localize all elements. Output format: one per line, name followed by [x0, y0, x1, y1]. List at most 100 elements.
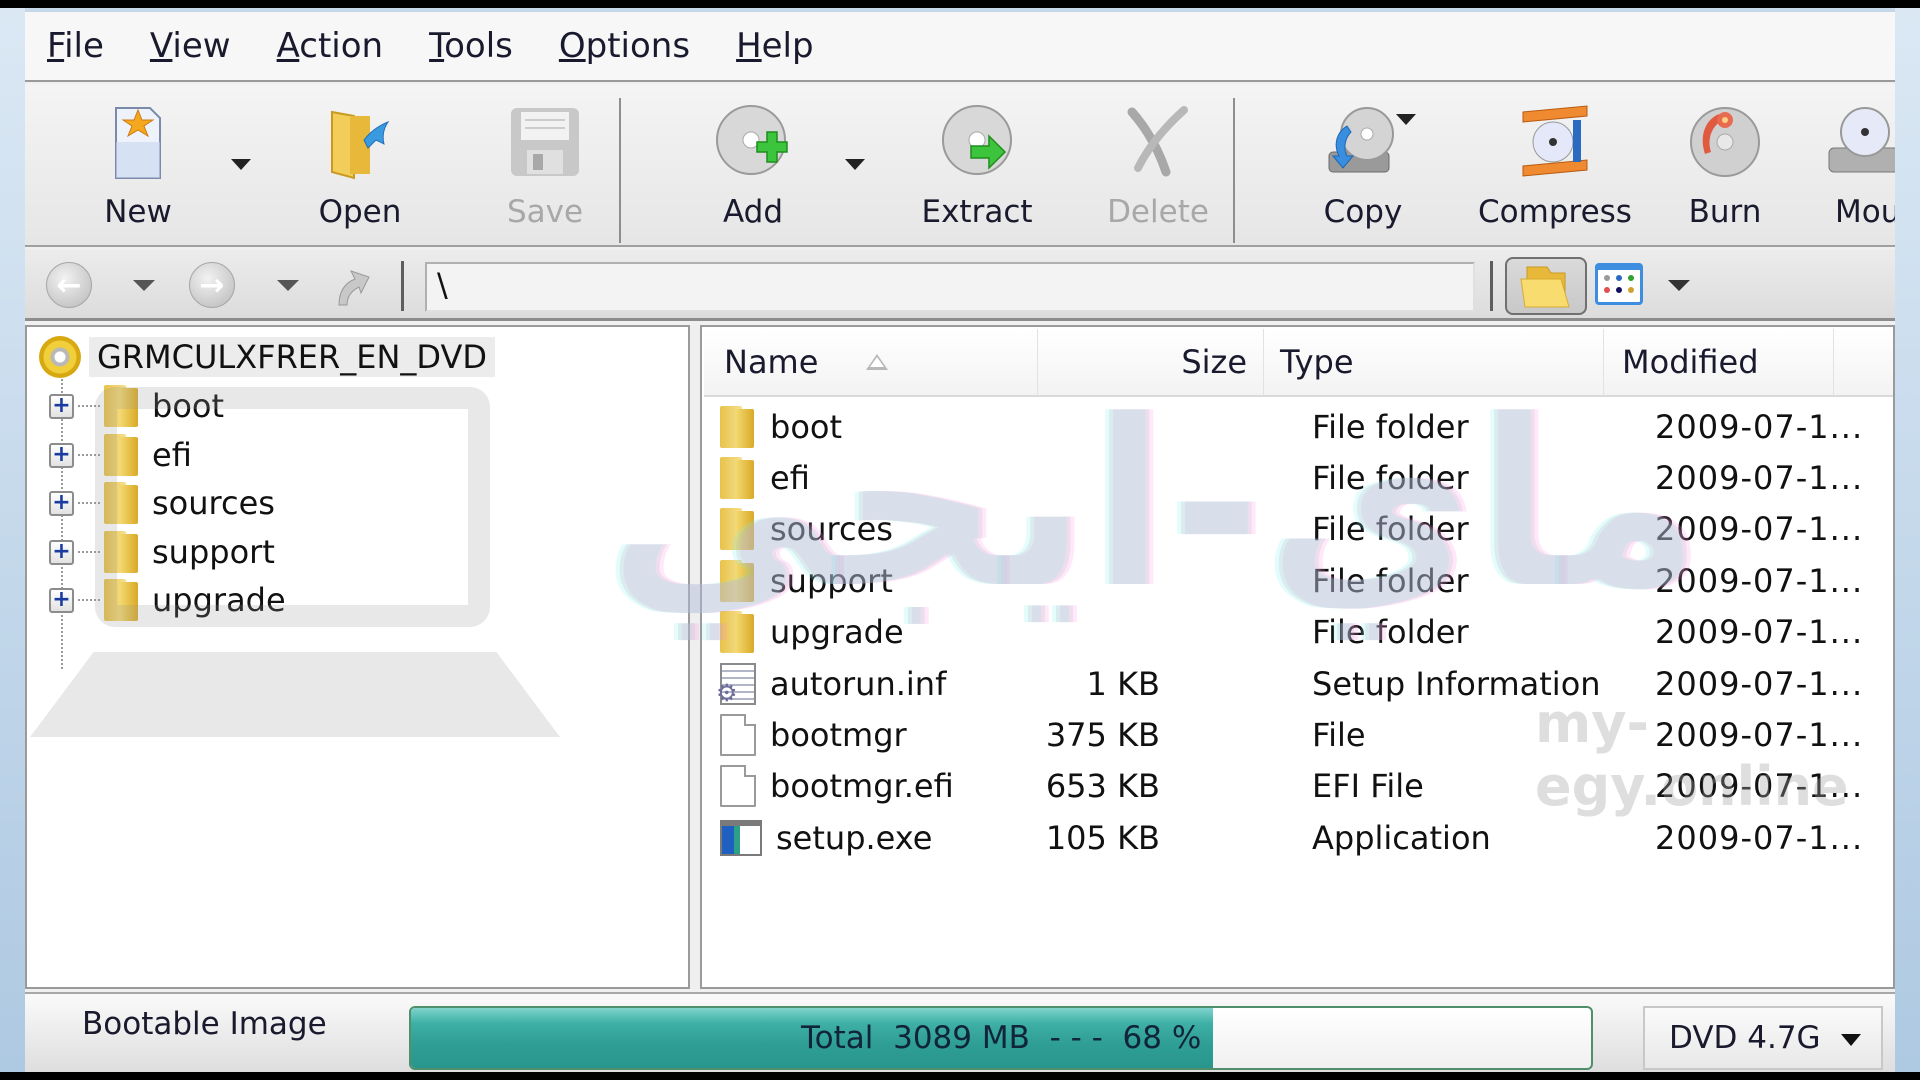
file-size: 1 KB	[1086, 664, 1160, 703]
generic-file-icon	[720, 765, 756, 808]
client-area: File View Action Tools Options Help New	[25, 12, 1895, 1072]
menu-help-label: elp	[761, 26, 814, 66]
file-name: efi	[770, 458, 810, 497]
file-type: File folder	[1312, 407, 1469, 446]
mount-label: Mou	[1835, 194, 1895, 230]
menu-tools[interactable]: Tools	[429, 26, 513, 66]
compress-button[interactable]: Compress	[1478, 94, 1632, 239]
column-header-size[interactable]: Size	[1038, 329, 1264, 395]
media-size-select[interactable]: DVD 4.7G	[1643, 1006, 1883, 1070]
setup-info-file-icon	[716, 662, 756, 707]
file-size	[984, 452, 1160, 503]
expand-icon[interactable]: +	[49, 442, 74, 468]
file-size	[984, 607, 1160, 658]
menu-options[interactable]: Options	[559, 26, 690, 66]
navigation-bar: ← → \	[25, 249, 1895, 321]
file-row[interactable]: boot File folder 2009-07-1...	[704, 401, 1893, 452]
file-name: bootmgr.efi	[770, 767, 954, 806]
tree-root-label: GRMCULXFRER_EN_DVD	[89, 337, 496, 377]
tree-item-efi[interactable]: + efi	[49, 431, 192, 479]
expand-icon[interactable]: +	[49, 490, 74, 516]
column-header-type[interactable]: Type	[1264, 329, 1604, 395]
forward-button[interactable]: →	[189, 262, 235, 308]
file-type: File folder	[1312, 561, 1469, 600]
window-frame-right	[1895, 8, 1920, 1072]
new-dropdown-arrow[interactable]	[231, 159, 251, 170]
tree-item-sources[interactable]: + sources	[49, 479, 275, 527]
path-input[interactable]: \	[425, 262, 1475, 312]
file-name-cell: setup.exe	[720, 812, 932, 863]
tree-item-upgrade[interactable]: + upgrade	[49, 576, 286, 624]
menu-file[interactable]: File	[47, 26, 104, 66]
save-button[interactable]: Save	[480, 94, 610, 239]
file-row[interactable]: support File folder 2009-07-1...	[704, 555, 1893, 606]
add-dropdown-arrow[interactable]	[845, 159, 865, 170]
column-header-name[interactable]: Name	[704, 329, 1038, 395]
burn-button[interactable]: Burn	[1660, 94, 1790, 239]
expand-icon[interactable]: +	[49, 393, 74, 419]
tree-item-label: support	[152, 533, 275, 571]
sort-ascending-icon	[866, 354, 889, 370]
file-name-cell: bootmgr.efi	[720, 761, 954, 812]
tree-root[interactable]: GRMCULXFRER_EN_DVD	[39, 335, 496, 379]
window-frame-left	[0, 8, 25, 1072]
arrow-left-icon: ←	[56, 267, 82, 303]
nav-separator	[401, 261, 404, 311]
file-name-cell: sources	[720, 504, 893, 555]
file-row[interactable]: sources File folder 2009-07-1...	[704, 504, 1893, 555]
mount-button[interactable]: Mou	[1825, 94, 1895, 239]
copy-dropdown-arrow[interactable]	[1396, 114, 1416, 125]
capacity-progress-text: Total 3089 MB - - - 68 %	[801, 1020, 1202, 1056]
file-row[interactable]: bootmgr 375 KB File 2009-07-1...	[704, 709, 1893, 760]
nav-separator	[1490, 261, 1493, 311]
dvd-disc-icon	[39, 336, 81, 378]
file-modified: 2009-07-1...	[1655, 407, 1864, 446]
tree-item-support[interactable]: + support	[49, 528, 275, 576]
back-button[interactable]: ←	[46, 262, 92, 308]
column-size-label: Size	[1181, 343, 1247, 381]
folders-icon	[1520, 266, 1570, 308]
application-icon	[720, 819, 762, 856]
menu-file-label: ile	[64, 26, 104, 66]
view-mode-dropdown[interactable]	[1668, 280, 1690, 291]
forward-history-dropdown[interactable]	[277, 280, 299, 291]
file-type: File	[1312, 715, 1366, 754]
tree-item-boot[interactable]: + boot	[49, 382, 224, 430]
add-button[interactable]: Add	[688, 94, 818, 239]
expand-icon[interactable]: +	[49, 587, 74, 613]
menu-bar: File View Action Tools Options Help	[25, 12, 1895, 82]
toolbar-separator	[619, 98, 621, 243]
delete-button[interactable]: Delete	[1093, 94, 1223, 239]
file-row[interactable]: autorun.inf 1 KB Setup Information 2009-07-…	[704, 658, 1893, 709]
file-row[interactable]: setup.exe 105 KB Application 2009-07-1...	[704, 812, 1893, 863]
compress-icon	[1515, 102, 1595, 182]
expand-icon[interactable]: +	[49, 539, 74, 565]
folder-icon	[720, 456, 756, 499]
menu-help[interactable]: Help	[736, 26, 814, 66]
file-row[interactable]: upgrade File folder 2009-07-1...	[704, 607, 1893, 658]
menu-action[interactable]: Action	[277, 26, 384, 66]
view-mode-button[interactable]	[1595, 263, 1643, 305]
burn-disc-icon	[1685, 102, 1765, 182]
file-type: Application	[1312, 818, 1491, 857]
back-history-dropdown[interactable]	[133, 280, 155, 291]
new-button[interactable]: New	[73, 94, 203, 239]
menu-view[interactable]: View	[150, 26, 231, 66]
file-row[interactable]: efi File folder 2009-07-1...	[704, 452, 1893, 503]
pane-splitter[interactable]	[690, 325, 700, 989]
column-header-modified[interactable]: Modified	[1604, 329, 1834, 395]
tree-connector	[78, 502, 100, 504]
folder-icon	[104, 482, 138, 524]
extract-button[interactable]: Extract	[912, 94, 1042, 239]
disc-copy-icon	[1323, 102, 1403, 182]
up-arrow-icon	[338, 270, 370, 306]
up-folder-button[interactable]	[329, 261, 375, 309]
folders-view-toggle[interactable]	[1505, 257, 1587, 315]
disc-add-icon	[713, 102, 793, 182]
file-list: Name Size Type Modified boot File folder 2…	[700, 325, 1895, 989]
tree-connector	[78, 405, 100, 407]
new-document-icon	[98, 102, 178, 182]
file-row[interactable]: bootmgr.efi 653 KB EFI File 2009-07-1...	[704, 761, 1893, 812]
open-button[interactable]: Open	[295, 94, 425, 239]
file-size: 375 KB	[1045, 715, 1160, 754]
